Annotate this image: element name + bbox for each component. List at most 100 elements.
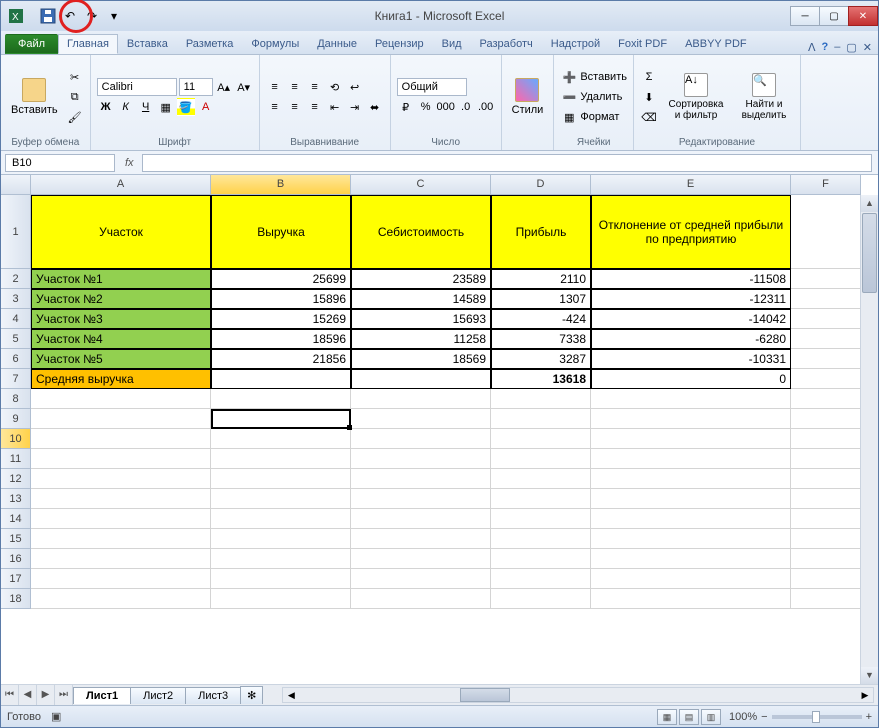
row-header-1[interactable]: 1 [1, 195, 31, 269]
italic-icon[interactable]: К [117, 98, 135, 116]
scroll-up-icon[interactable]: ▲ [861, 195, 878, 212]
macro-record-icon[interactable]: ▣ [51, 710, 61, 723]
align-middle-icon[interactable]: ≡ [286, 78, 304, 96]
name-box[interactable]: B10 [5, 154, 115, 172]
insert-cells-icon[interactable]: ➕ [560, 68, 578, 86]
tab-insert[interactable]: Вставка [118, 34, 177, 54]
percent-icon[interactable]: % [417, 98, 435, 116]
clear-icon[interactable]: ⌫ [640, 108, 658, 126]
workbook-min-icon[interactable]: – [834, 41, 840, 54]
col-header-E[interactable]: E [591, 175, 791, 195]
number-format-combo[interactable]: Общий [397, 78, 467, 96]
sheet-tab[interactable]: Лист1 [73, 687, 131, 704]
tab-file[interactable]: Файл [5, 34, 58, 54]
col-header-D[interactable]: D [491, 175, 591, 195]
maximize-button[interactable]: ▢ [819, 6, 849, 26]
save-icon[interactable] [39, 7, 57, 25]
font-name-combo[interactable]: Calibri [97, 78, 177, 96]
tab-home[interactable]: Главная [58, 34, 118, 54]
horizontal-scrollbar[interactable]: ◀ ▶ [282, 687, 874, 703]
tab-abbyy[interactable]: ABBYY PDF [676, 34, 756, 54]
fx-icon[interactable]: fx [119, 157, 140, 169]
sheet-nav-last-icon[interactable]: ⏭ [55, 685, 73, 705]
underline-icon[interactable]: Ч [137, 98, 155, 116]
view-layout-icon[interactable]: ▤ [679, 709, 699, 725]
qat-customize-icon[interactable]: ▾ [105, 7, 123, 25]
view-normal-icon[interactable]: ▦ [657, 709, 677, 725]
redo-icon[interactable]: ↷ [83, 7, 101, 25]
sheet-tab[interactable]: Лист2 [130, 687, 186, 704]
delete-cells-icon[interactable]: ➖ [560, 88, 578, 106]
zoom-in-icon[interactable]: + [866, 711, 872, 723]
align-top-icon[interactable]: ≡ [266, 78, 284, 96]
format-cells-icon[interactable]: ▦ [560, 108, 578, 126]
workbook-restore-icon[interactable]: ▢ [846, 41, 856, 54]
tab-view[interactable]: Вид [433, 34, 471, 54]
format-painter-icon[interactable]: 🖌 [66, 108, 84, 126]
comma-icon[interactable]: 000 [437, 98, 455, 116]
align-left-icon[interactable]: ≡ [266, 98, 284, 116]
tab-layout[interactable]: Разметка [177, 34, 243, 54]
autosum-icon[interactable]: Σ [640, 68, 658, 86]
wrap-text-icon[interactable]: ↩ [346, 78, 364, 96]
fill-icon[interactable]: ⬇ [640, 88, 658, 106]
bold-icon[interactable]: Ж [97, 98, 115, 116]
dec-decimal-icon[interactable]: .00 [477, 98, 495, 116]
excel-icon[interactable]: X [7, 7, 25, 25]
tab-data[interactable]: Данные [308, 34, 366, 54]
cut-icon[interactable]: ✂ [66, 68, 84, 86]
scroll-right-icon[interactable]: ▶ [857, 688, 873, 702]
col-header-C[interactable]: C [351, 175, 491, 195]
sheet-nav-prev-icon[interactable]: ◀ [19, 685, 37, 705]
align-center-icon[interactable]: ≡ [286, 98, 304, 116]
align-right-icon[interactable]: ≡ [306, 98, 324, 116]
col-header-F[interactable]: F [791, 175, 861, 195]
new-sheet-icon[interactable]: ✻ [240, 686, 263, 704]
cell[interactable]: Отклонение от средней прибыли по предпри… [591, 195, 791, 269]
col-header-A[interactable]: A [31, 175, 211, 195]
tab-foxit[interactable]: Foxit PDF [609, 34, 676, 54]
scroll-left-icon[interactable]: ◀ [283, 688, 299, 702]
help-icon[interactable]: ? [822, 41, 829, 54]
cell[interactable]: Выручка [211, 195, 351, 269]
col-header-B[interactable]: B [211, 175, 351, 195]
tab-addins[interactable]: Надстрой [542, 34, 609, 54]
sheet-nav-next-icon[interactable]: ▶ [37, 685, 55, 705]
indent-dec-icon[interactable]: ⇤ [326, 98, 344, 116]
shrink-font-icon[interactable]: A▾ [235, 78, 253, 96]
minimize-button[interactable]: ─ [790, 6, 820, 26]
align-bottom-icon[interactable]: ≡ [306, 78, 324, 96]
tab-review[interactable]: Рецензир [366, 34, 433, 54]
border-icon[interactable]: ▦ [157, 98, 175, 116]
font-size-combo[interactable]: 11 [179, 78, 213, 96]
workbook-close-icon[interactable]: ✕ [863, 41, 872, 54]
grid-rows[interactable]: 1 Участок Выручка Себистоимость Прибыль … [1, 195, 878, 609]
cell[interactable]: Себистоимость [351, 195, 491, 269]
tab-developer[interactable]: Разработч [471, 34, 542, 54]
fill-color-icon[interactable]: 🪣 [177, 98, 195, 116]
zoom-out-icon[interactable]: − [761, 711, 767, 723]
sort-filter-button[interactable]: A↓ Сортировка и фильтр [662, 71, 730, 123]
tab-formulas[interactable]: Формулы [242, 34, 308, 54]
copy-icon[interactable]: ⧉ [66, 88, 84, 106]
select-all-corner[interactable] [1, 175, 31, 195]
undo-icon[interactable]: ↶ [61, 7, 79, 25]
hscroll-thumb[interactable] [460, 688, 510, 702]
grow-font-icon[interactable]: A▴ [215, 78, 233, 96]
currency-icon[interactable]: ₽ [397, 98, 415, 116]
minimize-ribbon-icon[interactable]: ᐱ [808, 41, 816, 54]
orientation-icon[interactable]: ⟲ [326, 78, 344, 96]
find-select-button[interactable]: 🔍 Найти и выделить [734, 71, 794, 123]
cell[interactable]: Участок [31, 195, 211, 269]
styles-button[interactable]: Стили [508, 76, 548, 118]
zoom-slider[interactable] [772, 715, 862, 719]
sheet-tab[interactable]: Лист3 [185, 687, 241, 704]
font-color-icon[interactable]: A [197, 98, 215, 116]
inc-decimal-icon[interactable]: .0 [457, 98, 475, 116]
cell[interactable]: Прибыль [491, 195, 591, 269]
sheet-nav-first-icon[interactable]: ⏮ [1, 685, 19, 705]
scroll-thumb[interactable] [862, 213, 877, 293]
scroll-down-icon[interactable]: ▼ [861, 667, 878, 684]
merge-icon[interactable]: ⬌ [366, 98, 384, 116]
close-button[interactable]: ✕ [848, 6, 878, 26]
